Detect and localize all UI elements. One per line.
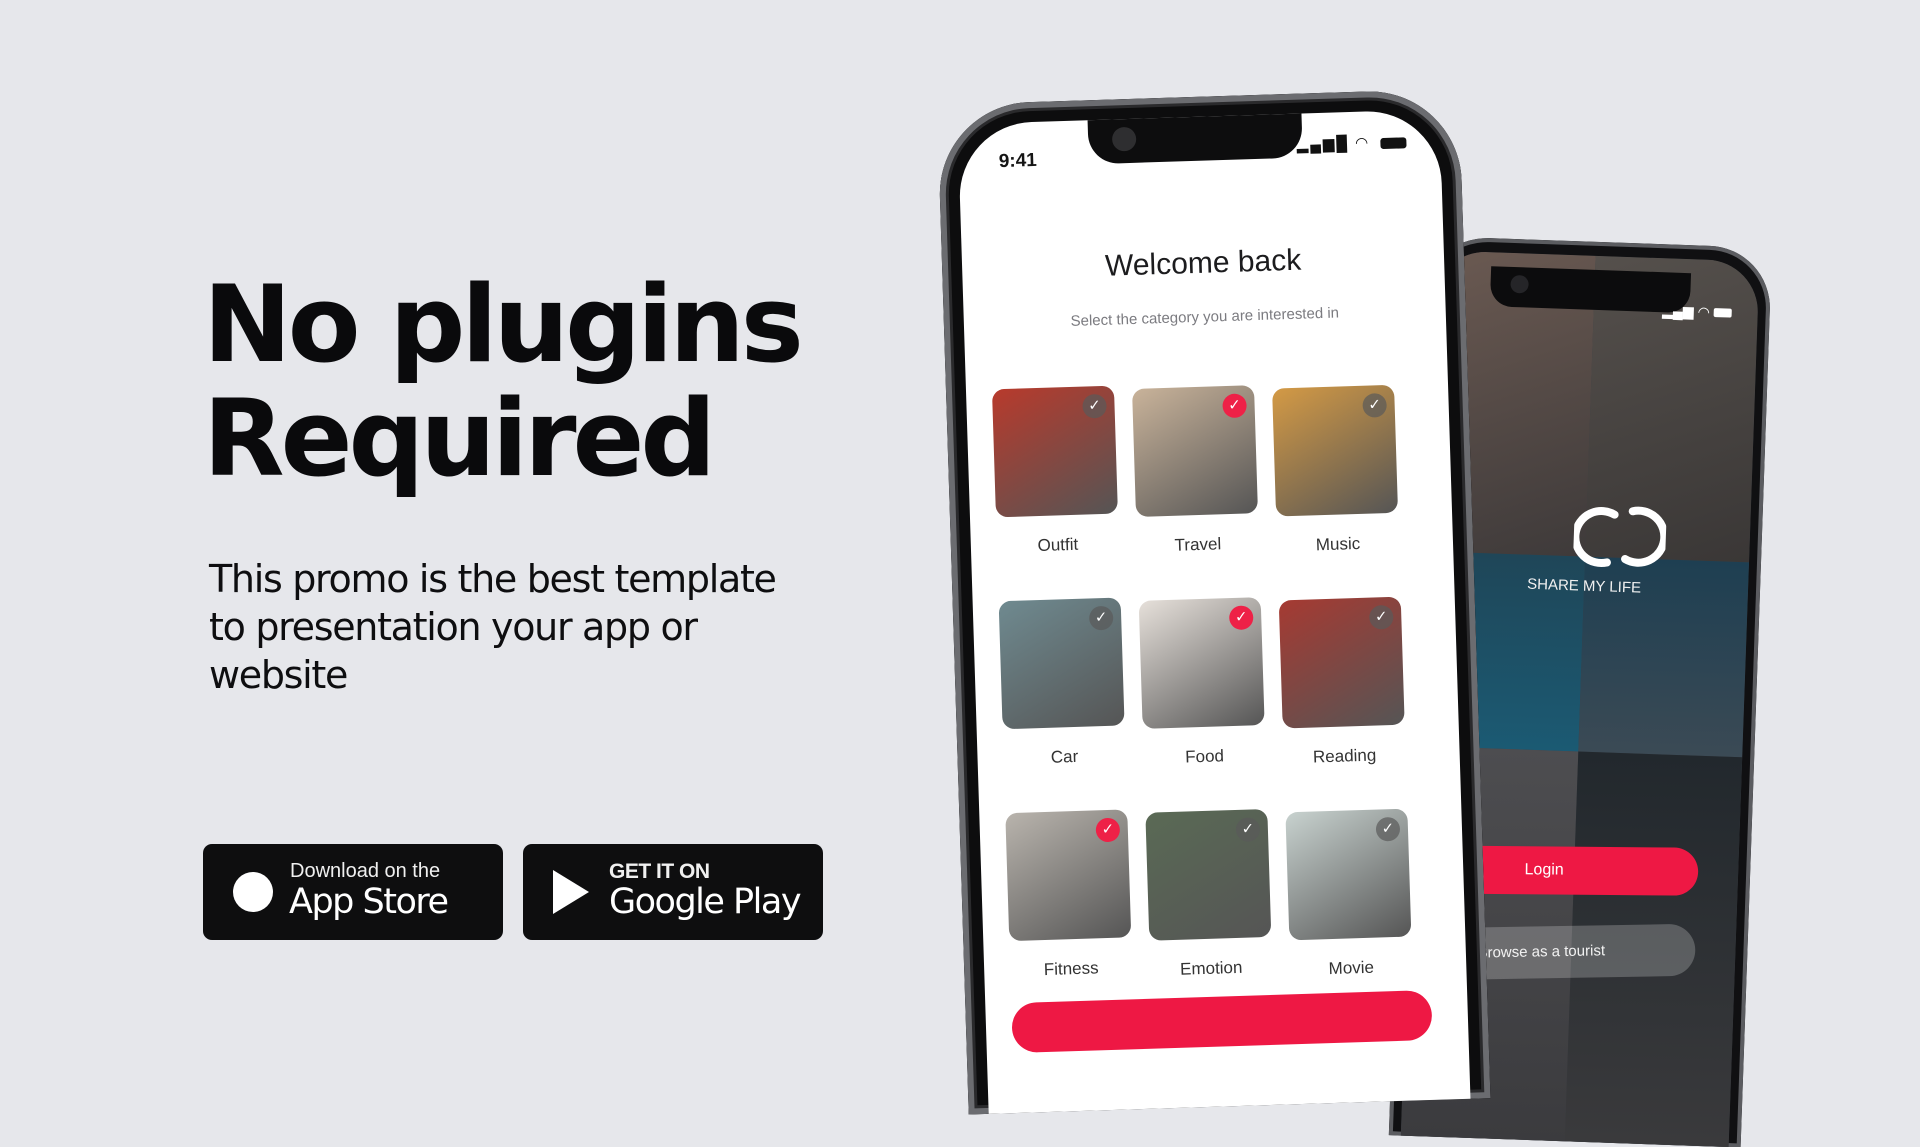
category-item[interactable]: ✓ Music [1272, 384, 1399, 557]
check-icon[interactable]: ✓ [1228, 605, 1254, 631]
category-grid: ✓ Outfit ✓ Travel ✓ Music ✓ Car ✓ Food ✓ Reading ✓ Fi… [991, 376, 1412, 979]
category-image: ✓ [1145, 808, 1272, 941]
google-play-small-label: GET IT ON [609, 860, 710, 883]
category-label: Car [1050, 746, 1079, 767]
promo-description: This promo is the best template to prese… [209, 557, 777, 697]
check-icon[interactable]: ✓ [1088, 605, 1114, 631]
category-label: Food [1184, 746, 1225, 767]
headline-line-2: Required [203, 377, 716, 500]
category-item[interactable]: ✓ Movie [1285, 808, 1412, 981]
signal-icon: ▂▄▆█ [1296, 135, 1350, 154]
category-image: ✓ [1138, 597, 1265, 729]
category-image: ✓ [991, 385, 1118, 518]
signal-icon: ▂▄▆ [1662, 302, 1695, 320]
status-icons: ▂▄▆ ◠ [1662, 302, 1732, 321]
check-icon[interactable]: ✓ [1362, 393, 1388, 418]
category-image: ✓ [1278, 596, 1405, 729]
category-label: Movie [1328, 957, 1375, 979]
category-item[interactable]: ✓ Travel [1132, 385, 1259, 557]
category-item[interactable]: ✓ Fitness [1005, 809, 1132, 981]
continue-button[interactable] [1011, 989, 1433, 1054]
status-icons: ▂▄▆█ ◠ [1296, 132, 1407, 154]
category-image: ✓ [1285, 808, 1412, 941]
category-item[interactable]: ✓ Outfit [991, 385, 1119, 558]
category-label: Emotion [1179, 957, 1243, 979]
category-item[interactable]: ✓ Emotion [1145, 808, 1272, 981]
headline-line-1: No plugins [203, 263, 804, 386]
category-image: ✓ [1272, 384, 1399, 517]
category-image: ✓ [998, 597, 1125, 730]
app-store-button[interactable]: Download on the App Store [203, 844, 503, 940]
check-icon[interactable]: ✓ [1082, 393, 1107, 419]
category-label: Music [1315, 533, 1361, 555]
check-icon[interactable]: ✓ [1375, 816, 1401, 842]
battery-icon [1380, 136, 1407, 149]
category-label: Reading [1312, 745, 1377, 767]
google-play-big-label: Google Play [609, 882, 802, 922]
welcome-subtitle: Select the category you are interested i… [1070, 304, 1340, 330]
app-store-big-label: App Store [289, 882, 449, 922]
wifi-icon: ◠ [1697, 303, 1711, 320]
category-label: Travel [1174, 534, 1222, 555]
category-item[interactable]: ✓ Food [1138, 597, 1266, 769]
wifi-icon: ◠ [1354, 134, 1371, 152]
google-play-button[interactable]: GET IT ON Google Play [523, 844, 823, 940]
category-item[interactable]: ✓ Car [998, 597, 1126, 769]
check-icon[interactable]: ✓ [1222, 393, 1247, 419]
front-phone-mockup: 9:41 ▂▄▆█ ◠ Welcome back Select the cate… [937, 88, 1491, 1115]
category-item[interactable]: ✓ Reading [1278, 596, 1406, 769]
check-icon[interactable]: ✓ [1095, 817, 1121, 843]
category-image: ✓ [1132, 385, 1258, 517]
battery-icon [1713, 308, 1732, 318]
apple-icon [233, 872, 273, 912]
app-store-small-label: Download on the [290, 860, 441, 882]
category-image: ✓ [1005, 809, 1132, 942]
check-icon[interactable]: ✓ [1368, 604, 1394, 630]
status-time: 9:41 [998, 149, 1038, 173]
play-icon [553, 870, 589, 914]
front-phone-screen: 9:41 ▂▄▆█ ◠ Welcome back Select the cate… [957, 109, 1471, 1114]
welcome-title: Welcome back [1104, 243, 1302, 283]
category-label: Fitness [1043, 958, 1099, 980]
category-label: Outfit [1037, 534, 1079, 556]
headline: No plugins Required [203, 263, 804, 500]
check-icon[interactable]: ✓ [1235, 817, 1261, 842]
share-my-life-logo-icon [1572, 506, 1668, 567]
